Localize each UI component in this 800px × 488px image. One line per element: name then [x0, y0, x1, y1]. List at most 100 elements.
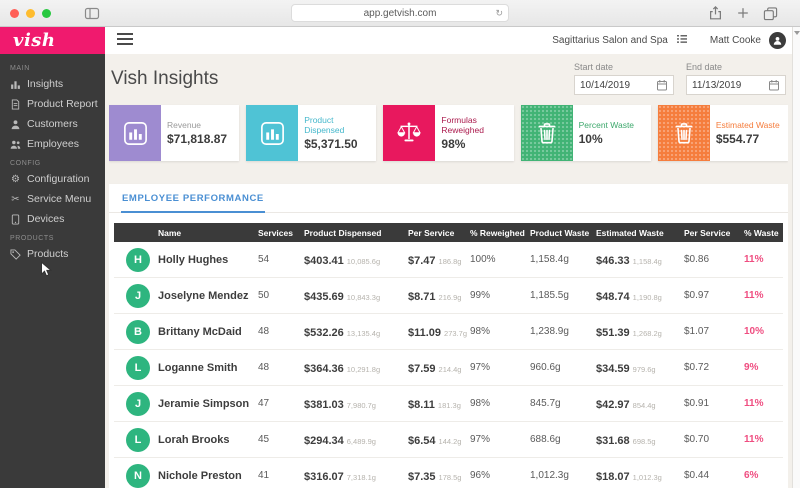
sidebar-item-customers[interactable]: Customers — [0, 114, 105, 134]
mouse-cursor — [40, 261, 52, 283]
product-waste-cell: 960.6g — [528, 362, 594, 373]
waste-per-service-cell: $1.07 — [682, 326, 742, 337]
pct-waste-cell: 9% — [742, 362, 783, 373]
main-area: Sagittarius Salon and Spa Matt Cooke Vis… — [105, 27, 800, 488]
end-date-value: 11/13/2019 — [692, 80, 741, 91]
column-header-product-waste[interactable]: Product Waste — [528, 228, 594, 238]
tablet-icon — [10, 214, 21, 225]
estimated-waste-cell: $48.741,190.8g — [594, 287, 682, 305]
sidebar-item-service-menu[interactable]: ✂ Service Menu — [0, 189, 105, 209]
employee-name: Joselyne Mendez — [156, 290, 256, 302]
per-service-cell: $7.47186.8g — [406, 251, 468, 269]
sidebar: vish MAIN Insights Product Report Custom… — [0, 27, 105, 488]
trash-icon — [521, 105, 573, 161]
kpi-label: Revenue — [167, 120, 227, 130]
hamburger-menu-icon[interactable] — [117, 32, 133, 50]
kpi-label: Estimated Waste — [716, 120, 780, 130]
share-icon[interactable] — [708, 5, 723, 26]
product-waste-cell: 1,158.4g — [528, 254, 594, 265]
table-row[interactable]: H Holly Hughes 54 $403.4110,085.6g $7.47… — [114, 242, 783, 278]
employee-avatar: L — [126, 428, 150, 452]
user-menu[interactable]: Matt Cooke — [710, 35, 761, 46]
sidebar-item-label: Product Report — [27, 98, 98, 110]
window-close-button[interactable] — [10, 9, 19, 18]
start-date-input[interactable]: 10/14/2019 — [574, 75, 674, 95]
table-row[interactable]: B Brittany McDaid 48 $532.2613,135.4g $1… — [114, 314, 783, 350]
nav-section-main: MAIN — [0, 59, 105, 74]
column-header-services[interactable]: Services — [256, 228, 302, 238]
sidebar-item-products[interactable]: Products — [0, 244, 105, 264]
app-topbar: Sagittarius Salon and Spa Matt Cooke — [105, 27, 800, 54]
sidebar-item-devices[interactable]: Devices — [0, 209, 105, 229]
pct-waste-cell: 6% — [742, 470, 783, 481]
waste-per-service-cell: $0.44 — [682, 470, 742, 481]
kpi-card-percent-waste: Percent Waste 10% — [521, 105, 651, 161]
tab-employee-performance[interactable]: EMPLOYEE PERFORMANCE — [121, 185, 265, 213]
app-window: vish MAIN Insights Product Report Custom… — [0, 27, 800, 488]
tab-overview-icon[interactable] — [763, 6, 778, 26]
per-service-cell: $6.54144.2g — [406, 431, 468, 449]
employee-name: Holly Hughes — [156, 254, 256, 266]
browser-chrome: app.getvish.com ↻ — [0, 0, 800, 27]
reweighed-cell: 99% — [468, 290, 528, 301]
person-icon — [10, 119, 21, 130]
kpi-value: $554.77 — [716, 132, 780, 146]
sidebar-item-insights[interactable]: Insights — [0, 74, 105, 94]
sidebar-item-label: Service Menu — [27, 193, 91, 205]
employee-avatar: J — [126, 284, 150, 308]
table-row[interactable]: N Nichole Preston 41 $316.077,318.1g $7.… — [114, 458, 783, 488]
table-row[interactable]: L Lorah Brooks 45 $294.346,489.9g $6.541… — [114, 422, 783, 458]
sidebar-item-configuration[interactable]: ⚙ Configuration — [0, 169, 105, 189]
sidebar-item-label: Customers — [27, 118, 78, 130]
column-header-per-service[interactable]: Per Service — [406, 228, 468, 238]
column-header-estimated-waste[interactable]: Estimated Waste — [594, 228, 682, 238]
table-body: H Holly Hughes 54 $403.4110,085.6g $7.47… — [114, 242, 783, 488]
services-count: 48 — [256, 326, 302, 337]
user-avatar[interactable] — [769, 32, 786, 49]
page-title: Vish Insights — [111, 68, 218, 90]
employee-table: Name Services Product Dispensed Per Serv… — [109, 213, 788, 488]
window-zoom-button[interactable] — [42, 9, 51, 18]
pct-waste-cell: 10% — [742, 326, 783, 337]
document-icon — [10, 99, 21, 110]
window-minimize-button[interactable] — [26, 9, 35, 18]
table-row[interactable]: J Jeramie Simpson 47 $381.037,980.7g $8.… — [114, 386, 783, 422]
screen: app.getvish.com ↻ vish MAIN Insights — [0, 0, 800, 488]
column-header-pct-waste[interactable]: % Waste — [742, 228, 783, 238]
app-logo: vish — [0, 27, 105, 54]
sidebar-item-employees[interactable]: Employees — [0, 134, 105, 154]
salon-list-icon[interactable] — [676, 32, 688, 50]
sidebar-item-label: Products — [27, 248, 68, 260]
new-tab-icon[interactable] — [736, 6, 750, 25]
sidebar-item-product-report[interactable]: Product Report — [0, 94, 105, 114]
kpi-card-product-dispensed: Product Dispensed $5,371.50 — [246, 105, 376, 161]
browser-sidebar-toggle-icon[interactable] — [84, 6, 100, 26]
product-waste-cell: 1,238.9g — [528, 326, 594, 337]
table-row[interactable]: J Joselyne Mendez 50 $435.6910,843.3g $8… — [114, 278, 783, 314]
salon-selector[interactable]: Sagittarius Salon and Spa — [552, 35, 668, 46]
url-text: app.getvish.com — [364, 8, 437, 19]
employee-name: Jeramie Simpson — [156, 398, 256, 410]
trash-icon — [658, 105, 710, 161]
page-scrollbar[interactable] — [792, 27, 800, 488]
column-header-reweighed[interactable]: % Reweighed — [468, 228, 528, 238]
employee-name: Loganne Smith — [156, 362, 256, 374]
address-bar[interactable]: app.getvish.com ↻ — [291, 4, 509, 22]
product-waste-cell: 1,185.5g — [528, 290, 594, 301]
kpi-card-revenue: Revenue $71,818.87 — [109, 105, 239, 161]
column-header-product-dispensed[interactable]: Product Dispensed — [302, 228, 406, 238]
column-header-name[interactable]: Name — [156, 228, 256, 238]
refresh-icon[interactable]: ↻ — [495, 8, 503, 19]
services-count: 41 — [256, 470, 302, 481]
services-count: 47 — [256, 398, 302, 409]
services-count: 45 — [256, 434, 302, 445]
product-dispensed-cell: $435.6910,843.3g — [302, 287, 406, 305]
end-date-input[interactable]: 11/13/2019 — [686, 75, 786, 95]
product-dispensed-cell: $381.037,980.7g — [302, 395, 406, 413]
column-header-per-service-2[interactable]: Per Service — [682, 228, 742, 238]
calendar-icon — [656, 79, 668, 91]
reweighed-cell: 100% — [468, 254, 528, 265]
gear-icon: ⚙ — [10, 174, 21, 185]
table-row[interactable]: L Loganne Smith 48 $364.3610,291.8g $7.5… — [114, 350, 783, 386]
services-count: 50 — [256, 290, 302, 301]
